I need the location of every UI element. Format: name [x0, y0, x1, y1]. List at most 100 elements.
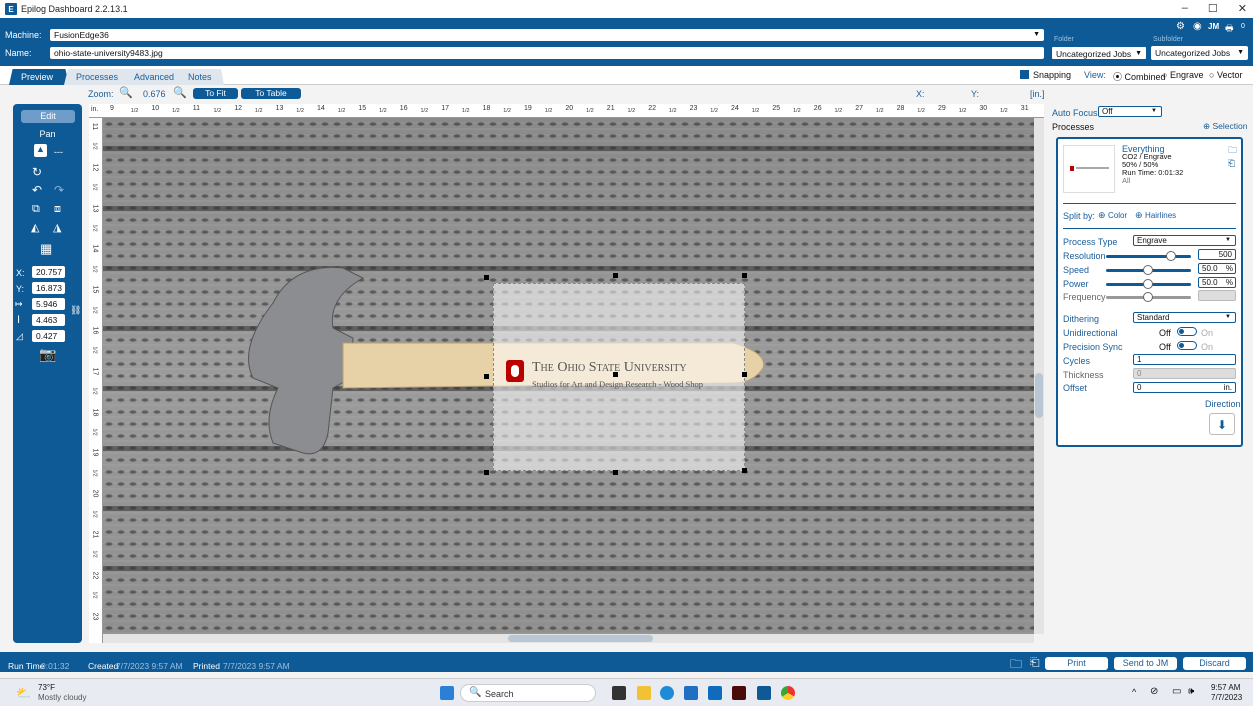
maximize-button[interactable]: ☐: [1208, 2, 1218, 15]
weather-icon[interactable]: ⛅: [16, 686, 31, 700]
clock-time[interactable]: 9:57 AM: [1211, 683, 1240, 692]
start-icon[interactable]: [440, 686, 454, 700]
power-slider[interactable]: [1106, 279, 1191, 289]
volume-icon[interactable]: 🕪: [1188, 686, 1194, 697]
resolution-slider[interactable]: [1106, 251, 1191, 261]
cycles-field[interactable]: 1: [1133, 354, 1236, 365]
subfolder-select[interactable]: Uncategorized Jobs ▼: [1151, 46, 1248, 60]
view-vector-radio[interactable]: ○ Vector: [1209, 70, 1242, 80]
ungroup-icon[interactable]: ⧈: [54, 203, 61, 216]
resolution-knob[interactable]: [1166, 251, 1176, 261]
send-to-jm-button[interactable]: Send to JM: [1114, 657, 1177, 670]
rotate-icon[interactable]: ↻: [32, 165, 42, 179]
angle-field[interactable]: 0.427: [32, 330, 65, 342]
process-type-select[interactable]: Engrave ▼: [1133, 235, 1236, 246]
edge-icon[interactable]: [660, 686, 674, 700]
name-field[interactable]: ohio-state-university9483.jpg: [50, 47, 1044, 59]
close-button[interactable]: ✕: [1238, 2, 1247, 15]
export-icon[interactable]: ⎗: [1030, 655, 1040, 670]
minimize-button[interactable]: –: [1182, 2, 1188, 15]
add-selection-button[interactable]: ⊕ Selection: [1203, 121, 1247, 132]
height-field[interactable]: 4.463: [32, 314, 65, 326]
gear-icon[interactable]: ⚙: [1176, 21, 1185, 32]
power-knob[interactable]: [1143, 279, 1153, 289]
direction-down-button[interactable]: ⬇: [1209, 413, 1235, 435]
autofocus-select[interactable]: Off ▼: [1098, 106, 1162, 117]
mirror-icon[interactable]: ◭: [31, 221, 39, 234]
view-combined-radio[interactable]: ⦿ Combined: [1113, 70, 1166, 83]
group-icon[interactable]: ⧉: [32, 203, 40, 216]
tray-chevron-icon[interactable]: ^: [1132, 687, 1136, 697]
resize-handle[interactable]: [484, 374, 489, 379]
tab-processes[interactable]: Processes: [64, 69, 129, 85]
to-fit-button[interactable]: To Fit: [193, 88, 238, 99]
power-field[interactable]: 50.0 %: [1198, 277, 1236, 288]
resolution-field[interactable]: 500: [1198, 249, 1236, 260]
print-button[interactable]: Print: [1045, 657, 1108, 670]
outlook-icon[interactable]: [708, 686, 722, 700]
taskbar-search[interactable]: 🔍 Search: [460, 684, 596, 702]
snapping-checkbox[interactable]: [1020, 70, 1029, 79]
logo-selection[interactable]: The Ohio State University Studios for Ar…: [493, 283, 745, 471]
redo-icon[interactable]: ↷: [54, 183, 64, 197]
globe-icon[interactable]: ◉: [1193, 21, 1202, 32]
import-icon[interactable]: 🗀: [1010, 655, 1022, 676]
precision-sync-toggle[interactable]: [1177, 341, 1197, 350]
resize-handle[interactable]: [613, 470, 618, 475]
y-field[interactable]: 16.873: [32, 282, 65, 294]
undo-icon[interactable]: ↶: [32, 183, 42, 197]
split-color-button[interactable]: ⊕ Color: [1098, 210, 1127, 221]
store-icon[interactable]: [684, 686, 698, 700]
split-hairlines-button[interactable]: ⊕ Hairlines: [1135, 210, 1176, 221]
resize-handle[interactable]: [484, 470, 489, 475]
speed-knob[interactable]: [1143, 265, 1153, 275]
display-icon[interactable]: ▭: [1172, 686, 1181, 697]
zoom-out-icon[interactable]: 🔍: [119, 86, 133, 99]
resize-handle[interactable]: [742, 468, 747, 473]
task-view-icon[interactable]: [612, 686, 626, 700]
offset-field[interactable]: 0 in.: [1133, 382, 1236, 393]
speed-slider[interactable]: [1106, 265, 1191, 275]
file-explorer-icon[interactable]: [637, 686, 651, 700]
illustrator-icon[interactable]: [732, 686, 746, 700]
edit-button[interactable]: Edit: [21, 110, 75, 123]
machine-select[interactable]: FusionEdge36 ▼: [50, 29, 1044, 41]
user-initials[interactable]: JM: [1208, 22, 1219, 31]
preview-canvas[interactable]: The Ohio State University Studios for Ar…: [103, 118, 1034, 634]
zoom-in-icon[interactable]: 🔍: [173, 86, 187, 99]
printer-icon[interactable]: 🖶: [1225, 21, 1234, 37]
epilog-icon[interactable]: [757, 686, 771, 700]
resize-handle[interactable]: [613, 273, 618, 278]
rotate-handle[interactable]: [613, 372, 618, 377]
horizontal-scrollbar[interactable]: [103, 634, 1034, 643]
speed-field[interactable]: 50.0 %: [1198, 263, 1236, 274]
camera-icon[interactable]: 📷: [39, 346, 56, 363]
clock-date[interactable]: 7/7/2023: [1211, 693, 1242, 702]
aspect-lock-icon[interactable]: ⛓: [70, 305, 81, 316]
tab-notes[interactable]: Notes: [176, 69, 224, 85]
to-table-button[interactable]: To Table: [241, 88, 301, 99]
x-field[interactable]: 20.757: [32, 266, 65, 278]
view-engrave-radio[interactable]: ○ Engrave: [1162, 70, 1203, 80]
resize-handle[interactable]: [742, 372, 747, 377]
unidirectional-toggle[interactable]: [1177, 327, 1197, 336]
grid-icon[interactable]: ▦: [40, 241, 52, 257]
tab-preview[interactable]: Preview: [9, 69, 69, 85]
discard-button[interactable]: Discard: [1183, 657, 1246, 670]
flip-icon[interactable]: ◮: [53, 221, 61, 234]
folder-select[interactable]: Uncategorized Jobs ▼: [1051, 46, 1147, 60]
vertical-scrollbar[interactable]: [1034, 118, 1044, 634]
width-field[interactable]: 5.946: [32, 298, 65, 310]
select-cursor-icon[interactable]: ▲: [34, 144, 47, 157]
dithering-select[interactable]: Standard ▼: [1133, 312, 1236, 323]
chrome-icon[interactable]: [781, 686, 795, 700]
folder-icon[interactable]: 🗀: [1228, 143, 1237, 159]
export-icon[interactable]: ⎗: [1228, 158, 1235, 169]
resize-handle[interactable]: [484, 275, 489, 280]
network-icon[interactable]: ⊘: [1150, 686, 1158, 697]
pan-button[interactable]: Pan: [13, 129, 82, 139]
tab-advanced[interactable]: Advanced: [122, 69, 182, 85]
vertical-scroll-thumb[interactable]: [1035, 373, 1043, 418]
resize-handle[interactable]: [742, 273, 747, 278]
horizontal-scroll-thumb[interactable]: [508, 635, 653, 642]
